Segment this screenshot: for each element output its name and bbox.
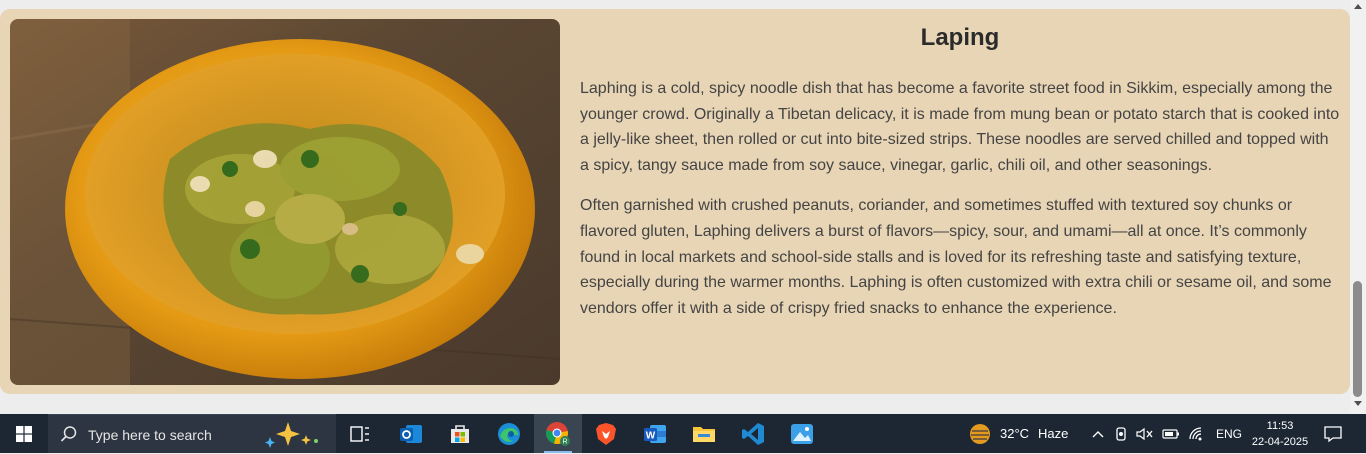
search-highlight-icon[interactable] bbox=[262, 419, 326, 454]
brave-icon bbox=[596, 422, 616, 445]
clock-time: 11:53 bbox=[1266, 420, 1294, 432]
notification-icon bbox=[1324, 425, 1342, 442]
photos-icon bbox=[791, 423, 813, 444]
vertical-scrollbar[interactable] bbox=[1350, 0, 1366, 414]
page-viewport: Laping Laphing is a cold, spicy noodle d… bbox=[0, 0, 1350, 414]
wifi-icon[interactable] bbox=[1188, 426, 1206, 442]
word-icon: W bbox=[644, 424, 666, 443]
weather-widget[interactable]: 32°C Haze bbox=[968, 414, 1068, 453]
dish-title: Laping bbox=[920, 24, 1000, 51]
microsoft-store-icon bbox=[451, 424, 469, 443]
scroll-down-icon[interactable] bbox=[1354, 401, 1362, 406]
svg-text:R: R bbox=[562, 438, 567, 445]
chevron-up-icon[interactable] bbox=[1090, 426, 1106, 442]
search-placeholder: Type here to search bbox=[88, 427, 212, 443]
file-explorer-app[interactable] bbox=[680, 414, 728, 453]
battery-icon[interactable] bbox=[1162, 426, 1180, 442]
vscode-icon bbox=[742, 422, 764, 445]
file-explorer-icon bbox=[693, 426, 715, 442]
svg-text:W: W bbox=[646, 430, 656, 441]
microsoft-store-app[interactable] bbox=[436, 414, 484, 453]
chrome-icon: R bbox=[546, 421, 570, 446]
clock-date: 22-04-2025 bbox=[1251, 436, 1309, 448]
outlook-icon bbox=[400, 424, 422, 443]
taskbar: Type here to search R W 32°C Haze ENG 11… bbox=[0, 414, 1366, 453]
task-view-button[interactable] bbox=[336, 414, 384, 453]
weather-temperature: 32°C bbox=[1000, 426, 1030, 441]
edge-app[interactable] bbox=[485, 414, 533, 453]
windows-icon bbox=[16, 425, 32, 442]
food-card: Laping Laphing is a cold, spicy noodle d… bbox=[0, 9, 1350, 394]
start-button[interactable] bbox=[0, 414, 48, 453]
taskbar-search-box[interactable]: Type here to search bbox=[48, 414, 336, 453]
scrollbar-thumb[interactable] bbox=[1353, 281, 1362, 397]
description-paragraph: Often garnished with crushed peanuts, co… bbox=[580, 197, 1332, 317]
speaker-muted-icon[interactable] bbox=[1136, 426, 1154, 442]
notification-button[interactable] bbox=[1324, 414, 1342, 453]
edge-icon bbox=[498, 422, 520, 445]
system-clock[interactable]: 11:53 22-04-2025 bbox=[1246, 418, 1314, 450]
vscode-app[interactable] bbox=[729, 414, 777, 453]
language-indicator[interactable]: ENG bbox=[1216, 427, 1242, 441]
laping-photo bbox=[10, 19, 560, 385]
photos-app[interactable] bbox=[778, 414, 826, 453]
chrome-app[interactable]: R bbox=[534, 414, 582, 453]
outlook-app[interactable] bbox=[387, 414, 435, 453]
meet-now-icon[interactable] bbox=[1114, 426, 1130, 442]
haze-weather-icon bbox=[970, 423, 990, 444]
search-icon bbox=[60, 425, 78, 448]
task-view-icon bbox=[350, 425, 369, 442]
word-app[interactable]: W bbox=[631, 414, 679, 453]
description-paragraph: Laphing is a cold, spicy noodle dish tha… bbox=[580, 80, 1340, 174]
brave-app[interactable] bbox=[582, 414, 630, 453]
system-tray: ENG bbox=[1090, 414, 1242, 453]
scroll-up-icon[interactable] bbox=[1354, 4, 1362, 9]
article-content: Laping Laphing is a cold, spicy noodle d… bbox=[580, 23, 1340, 321]
weather-condition: Haze bbox=[1038, 426, 1069, 441]
